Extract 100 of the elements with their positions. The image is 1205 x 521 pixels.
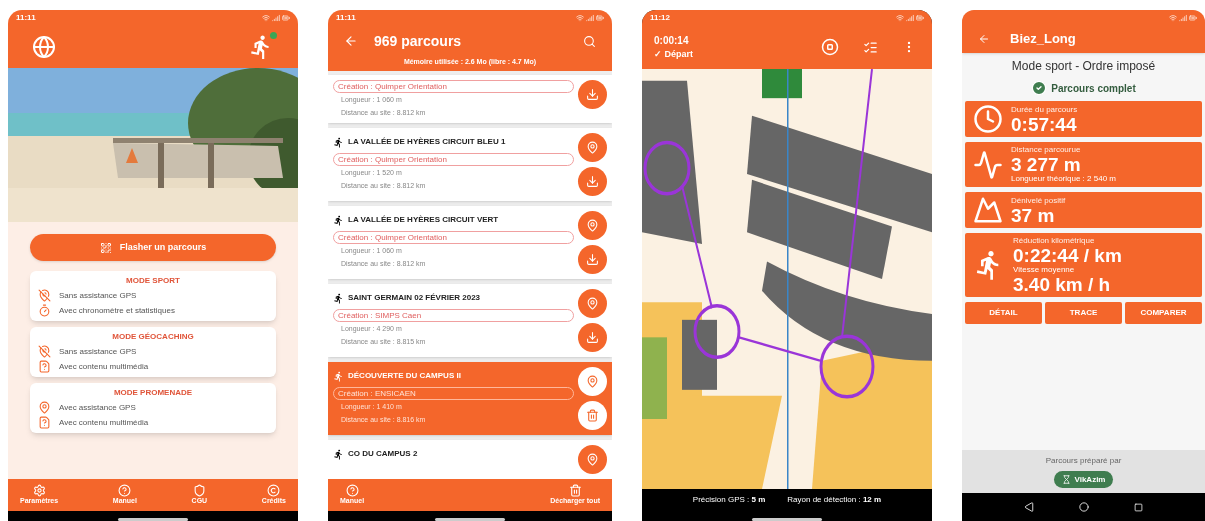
completion-status: Parcours complet	[1051, 81, 1136, 96]
signal-icon	[1179, 13, 1187, 22]
mode-card[interactable]: MODE PROMENADE Avec assistance GPS Avec contenu multimédia	[30, 383, 276, 433]
map-pin-icon	[586, 141, 599, 154]
course-name: LA VALLÉE DE HYÈRES CIRCUIT BLEU 1	[348, 136, 506, 148]
mode-title: MODE PROMENADE	[112, 387, 194, 399]
mode-title: MODE GÉOCACHING	[111, 331, 195, 343]
back-icon[interactable]	[1024, 502, 1035, 512]
stat-label: Réduction kilométrique	[1013, 236, 1096, 246]
action-button[interactable]: DÉTAIL	[965, 302, 1042, 324]
mode-card[interactable]: MODE GÉOCACHING Sans assistance GPS Avec contenu multimédia	[30, 327, 276, 377]
stat-label: Vitesse moyenne	[1013, 265, 1076, 275]
map-pin-icon	[586, 453, 599, 466]
recents-icon[interactable]	[1133, 502, 1143, 512]
course-name: CO DU CAMPUS 2	[348, 448, 418, 460]
download-icon	[586, 175, 599, 188]
detection-radius: Rayon de détection : 12 m	[787, 494, 882, 506]
map-pin-icon	[38, 401, 51, 414]
locate-button[interactable]	[578, 367, 607, 396]
mode-card[interactable]: MODE SPORT Sans assistance GPS Avec chronomètre et statistiques	[30, 271, 276, 321]
help-icon	[345, 484, 359, 498]
status-time: 11:11	[16, 11, 36, 24]
delete-button[interactable]	[578, 401, 607, 430]
course-card[interactable]: CO DU CAMPUS 2	[328, 440, 612, 479]
start-label: ✓ Départ	[654, 47, 694, 61]
feature-text: Sans assistance GPS	[59, 345, 137, 358]
locate-button[interactable]	[578, 133, 607, 162]
runner-icon	[333, 448, 344, 460]
qr-code-icon	[99, 241, 112, 254]
stat-note: Longueur théorique : 2 540 m	[1011, 174, 1116, 184]
copyright-icon	[267, 484, 281, 498]
course-name: DÉCOUVERTE DU CAMPUS II	[348, 370, 461, 382]
stat-value: 0:22:44 / km	[1013, 246, 1122, 265]
download-button[interactable]	[578, 245, 607, 274]
download-icon	[586, 88, 599, 101]
pin-off-icon	[38, 345, 51, 358]
screen-title: 969 parcours	[374, 31, 463, 51]
stat-label: Durée du parcours	[1011, 104, 1078, 115]
stat-label: Distance parcourue	[1011, 145, 1082, 155]
home-icon[interactable]	[1079, 502, 1089, 512]
runner-icon	[333, 214, 344, 226]
locate-button[interactable]	[578, 211, 607, 240]
action-button[interactable]: TRACE	[1045, 302, 1122, 324]
download-button[interactable]	[578, 80, 607, 109]
flash-course-button[interactable]: Flasher un parcours	[30, 234, 276, 261]
status-time: 11:11	[336, 11, 356, 24]
globe-icon[interactable]	[32, 34, 56, 59]
screen-title: Biez_Long	[1010, 30, 1076, 49]
battery-icon	[282, 13, 290, 22]
feature-text: Avec contenu multimédia	[59, 360, 149, 373]
media-icon	[38, 416, 51, 429]
help-icon	[118, 484, 132, 498]
wifi-icon	[896, 13, 904, 22]
locate-button[interactable]	[578, 445, 607, 474]
media-icon	[38, 360, 51, 373]
check-icon	[1031, 80, 1048, 96]
author-chip[interactable]: VikAzim	[1053, 471, 1114, 488]
shield-icon	[192, 484, 206, 498]
map-pin-icon	[586, 375, 599, 388]
mountain-icon	[973, 195, 1003, 225]
locate-button[interactable]	[578, 289, 607, 318]
course-name: LA VALLÉE DE HYÈRES CIRCUIT VERT	[348, 214, 499, 226]
trash-icon	[568, 484, 582, 498]
runner-icon	[333, 370, 344, 382]
prepared-by-label: Parcours préparé par	[1045, 455, 1122, 467]
download-icon	[586, 253, 599, 266]
action-button[interactable]: COMPARER	[1125, 302, 1202, 324]
mode-label: Mode sport - Ordre imposé	[1010, 58, 1157, 75]
download-button[interactable]	[578, 323, 607, 352]
wifi-icon	[262, 13, 270, 22]
course-name: SAINT GERMAIN 02 FÉVRIER 2023	[348, 292, 481, 304]
gps-precision: Précision GPS : 5 m	[692, 494, 766, 506]
download-button[interactable]	[578, 167, 607, 196]
signal-icon	[586, 13, 594, 22]
status-time: 11:12	[650, 11, 671, 24]
timer-icon	[38, 304, 51, 317]
stat-label: Dénivelé positif	[1011, 195, 1066, 206]
mode-title: MODE SPORT	[125, 275, 181, 287]
wifi-icon	[576, 13, 584, 22]
zigzag-line-icon	[973, 149, 1003, 180]
stat-value: 37 m	[1011, 205, 1055, 225]
battery-icon	[1189, 13, 1197, 22]
checklist-icon[interactable]	[863, 39, 878, 55]
settings-icon	[32, 484, 46, 498]
pin-off-icon	[38, 289, 51, 302]
map-pin-icon	[586, 297, 599, 310]
feature-text: Avec contenu multimédia	[59, 416, 149, 429]
map-pin-icon	[586, 219, 599, 232]
trash-icon	[586, 409, 599, 422]
stop-icon[interactable]	[821, 38, 839, 56]
runner-icon	[333, 292, 344, 304]
search-icon[interactable]	[583, 34, 596, 48]
runner-icon	[333, 136, 344, 148]
signal-icon	[272, 13, 280, 22]
feature-text: Avec assistance GPS	[59, 401, 136, 414]
stat-value: 0:57:44	[1011, 114, 1078, 134]
battery-icon	[596, 13, 604, 22]
signal-icon	[906, 13, 914, 22]
clock-icon	[973, 104, 1003, 134]
back-arrow-icon[interactable]	[978, 33, 990, 45]
